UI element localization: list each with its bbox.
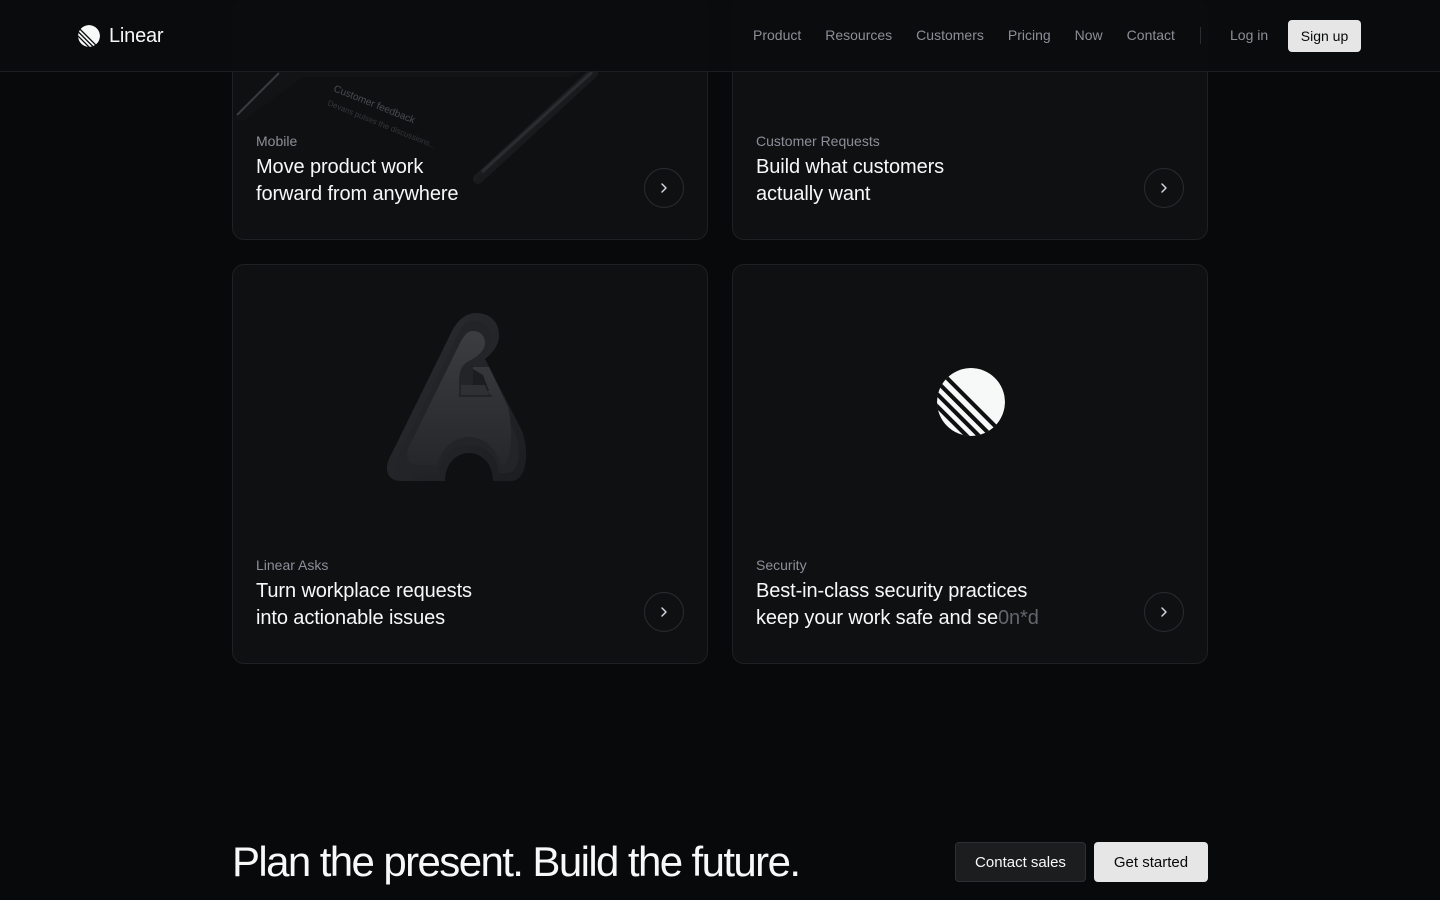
get-started-button[interactable]: Get started (1094, 842, 1208, 882)
linear-logo-icon (937, 368, 1005, 436)
card-security[interactable]: Security Best-in-class security practice… (732, 264, 1208, 664)
logo-link[interactable]: Linear (78, 24, 164, 48)
card-title-line: actually want (756, 183, 871, 205)
logo-text: Linear (109, 24, 164, 47)
card-arrow-button[interactable] (1144, 168, 1184, 208)
nav-resources[interactable]: Resources (825, 26, 892, 44)
card-title-line: Best-in-class security practices (756, 580, 1028, 602)
nav-divider (1200, 27, 1201, 44)
card-title-line: into actionable issues (256, 607, 446, 629)
main-nav: Product Resources Customers Pricing Now … (753, 26, 1199, 44)
card-title-line: keep your work safe and se0n*d (756, 605, 1096, 632)
chevron-right-icon (1161, 607, 1167, 617)
chevron-right-icon (661, 607, 667, 617)
contact-sales-button[interactable]: Contact sales (955, 842, 1086, 882)
nav-now[interactable]: Now (1075, 26, 1103, 44)
card-title-text: keep your work safe and se (756, 607, 998, 629)
nav-contact[interactable]: Contact (1127, 26, 1175, 44)
cta-heading: Plan the present. Build the future. (232, 838, 801, 885)
card-arrow-button[interactable] (1144, 592, 1184, 632)
card-label: Linear Asks (256, 557, 329, 573)
site-header: Linear Product Resources Customers Prici… (0, 0, 1440, 72)
linear-asks-icon (386, 313, 527, 481)
card-arrow-button[interactable] (644, 168, 684, 208)
card-title-line: Build what customers (756, 156, 945, 178)
card-title: Move product work forward from anywhere (256, 154, 576, 208)
card-label: Mobile (256, 133, 298, 149)
card-arrow-button[interactable] (644, 592, 684, 632)
nav-customers[interactable]: Customers (916, 26, 984, 44)
card-title-line: Turn workplace requests (256, 580, 472, 602)
nav-product[interactable]: Product (753, 26, 801, 44)
card-title: Turn workplace requests into actionable … (256, 578, 576, 632)
card-title: Build what customers actually want (756, 154, 1076, 208)
signup-button[interactable]: Sign up (1288, 20, 1361, 52)
chevron-right-icon (661, 183, 667, 193)
card-title: Best-in-class security practices keep yo… (756, 578, 1096, 632)
login-link[interactable]: Log in (1230, 26, 1268, 44)
card-linear-asks[interactable]: Linear Asks Turn workplace requests into… (232, 264, 708, 664)
card-title-line: forward from anywhere (256, 183, 459, 205)
card-title-line: Move product work (256, 156, 424, 178)
card-label: Security (756, 557, 807, 573)
card-label: Customer Requests (756, 133, 880, 149)
scrambled-text: 0n*d (997, 607, 1039, 629)
nav-pricing[interactable]: Pricing (1008, 26, 1051, 44)
linear-logo-icon (78, 25, 100, 47)
chevron-right-icon (1161, 183, 1167, 193)
